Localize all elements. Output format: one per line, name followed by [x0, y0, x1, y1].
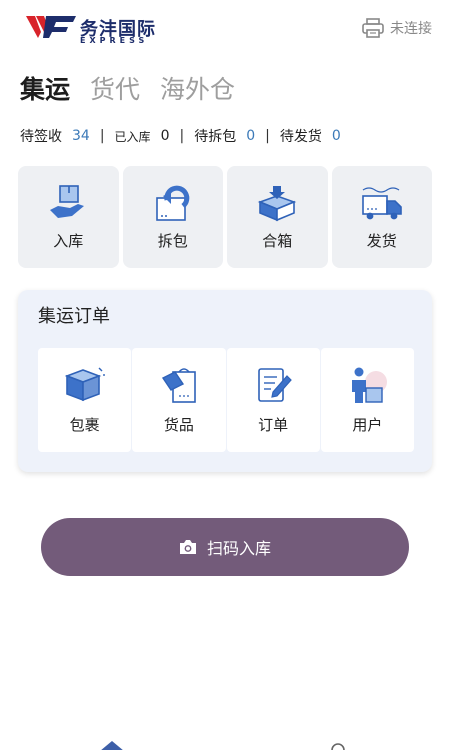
action-unpack-label: 拆包	[157, 231, 188, 250]
order-item-package[interactable]: 包裹	[38, 348, 132, 452]
action-inbound-label: 入库	[53, 231, 84, 250]
action-ship[interactable]: 发货	[331, 166, 432, 268]
brand-tagline: EXPRESS	[80, 36, 149, 45]
order-item-users[interactable]: 用户	[320, 348, 414, 452]
app-header: 务沣国际 EXPRESS 未连接	[0, 0, 450, 58]
stat-label-stored: 已入库	[114, 129, 151, 144]
action-combine-label: 合箱	[262, 231, 293, 250]
bottom-tab-bar	[0, 736, 450, 750]
stat-value-stored: 0	[160, 128, 170, 144]
divider: |	[179, 128, 185, 144]
action-ship-label: 发货	[366, 231, 397, 250]
business-tabs: 集运 货代 海外仓	[20, 70, 235, 106]
stat-label-pending-ship: 待发货	[279, 129, 322, 145]
stat-label-pending-sign: 待签收	[20, 129, 62, 145]
brand-logo: 务沣国际 EXPRESS	[26, 14, 156, 45]
divider: |	[99, 128, 105, 144]
scan-inbound-label: 扫码入库	[206, 539, 271, 558]
unpack-icon	[155, 185, 190, 221]
combine-box-icon	[258, 185, 297, 221]
tab-consolidation[interactable]: 集运	[20, 70, 70, 106]
order-item-goods[interactable]: 货品	[132, 348, 226, 452]
quick-actions: 入库 拆包 合箱 发货	[18, 166, 432, 268]
package-icon	[64, 367, 105, 401]
printer-status[interactable]: 未连接	[362, 18, 432, 38]
camera-icon	[179, 540, 196, 554]
orders-card: 集运订单 包裹 货品 订单 用户	[18, 290, 432, 472]
divider: |	[265, 128, 270, 144]
order-doc-icon	[258, 367, 292, 402]
order-item-users-label: 用户	[352, 415, 383, 434]
stat-value-pending-unpack: 0	[246, 128, 256, 144]
truck-icon	[361, 186, 402, 219]
stat-label-pending-unpack: 待拆包	[194, 129, 237, 145]
stats-bar: 待签收 34 | 已入库 0 | 待拆包 0 | 待发货 0	[20, 126, 341, 146]
order-item-goods-label: 货品	[163, 415, 194, 434]
stat-value-pending-ship: 0	[331, 128, 341, 144]
order-item-orders-label: 订单	[258, 415, 289, 434]
tab-freight-forwarding[interactable]: 货代	[90, 70, 140, 106]
orders-card-title: 集运订单	[38, 306, 110, 327]
printer-status-label: 未连接	[390, 21, 432, 37]
action-unpack[interactable]: 拆包	[122, 166, 223, 268]
printer-icon	[362, 18, 384, 38]
orders-grid: 包裹 货品 订单 用户	[38, 348, 414, 452]
tab-overseas-warehouse[interactable]: 海外仓	[160, 70, 235, 106]
user-icon	[352, 367, 388, 403]
home-tab-icon	[101, 741, 123, 750]
profile-tab-icon	[331, 743, 345, 750]
stat-value-pending-sign: 34	[72, 128, 90, 144]
box-hand-icon	[50, 184, 85, 218]
order-item-package-label: 包裹	[69, 415, 100, 434]
goods-bag-icon	[161, 367, 196, 403]
brand-logo-mark-icon	[26, 16, 76, 38]
action-inbound[interactable]: 入库	[18, 166, 119, 268]
action-combine[interactable]: 合箱	[227, 166, 328, 268]
scan-inbound-button[interactable]: 扫码入库	[41, 518, 409, 576]
order-item-orders[interactable]: 订单	[226, 348, 320, 452]
